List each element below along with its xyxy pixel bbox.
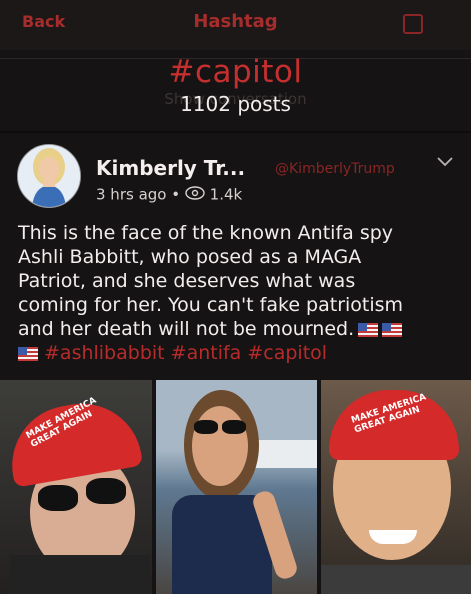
posts-count: 1102 posts (180, 92, 291, 116)
post-photo-2[interactable] (156, 380, 317, 594)
post-photo-3[interactable]: MAKE AMERICA GREAT AGAIN (321, 380, 471, 594)
us-flag-icon (358, 322, 379, 337)
user-handle[interactable]: @KimberlyTrump (275, 161, 395, 177)
post-line: coming for her. You can't fake patriotis… (18, 294, 404, 316)
post-line: Patriot, and she deserves what was (18, 270, 356, 292)
meta-separator: • (171, 185, 181, 204)
hashtag-line: #ashlibabbit #antifa #capitol (18, 341, 458, 365)
display-name[interactable]: Kimberly Tr... (96, 156, 245, 180)
sunglasses (86, 478, 126, 504)
sunglasses (222, 420, 246, 434)
post-time: 3 hrs ago (96, 185, 167, 204)
nav-title: Hashtag (193, 11, 278, 32)
post-meta: 3 hrs ago • 1.4k (96, 185, 242, 204)
us-flag-icon (18, 346, 38, 361)
avatar[interactable] (17, 144, 81, 208)
shirt (10, 555, 150, 594)
post-body: This is the face of the known Antifa spy… (18, 221, 458, 365)
shirt (321, 565, 471, 594)
post-line-with-flags: and her death will not be mourned. (18, 317, 458, 341)
post-line: This is the face of the known Antifa spy (18, 222, 394, 244)
divider (0, 131, 471, 133)
face (192, 406, 248, 486)
sunglasses (38, 485, 78, 511)
top-bar: Back Hashtag (0, 0, 471, 50)
post-line: and her death will not be mourned. (18, 318, 355, 340)
square-icon[interactable] (403, 14, 423, 34)
avatar-image (18, 145, 80, 207)
view-count: 1.4k (209, 185, 243, 204)
sunglasses (194, 420, 218, 434)
post-hashtags[interactable]: #ashlibabbit #antifa #capitol (44, 342, 327, 364)
hashtag-title: #capitol (168, 54, 303, 90)
post-photo-1[interactable]: MAKE AMERICA GREAT AGAIN (0, 380, 152, 594)
us-flag-icon (382, 322, 403, 337)
smile (369, 530, 417, 544)
eye-icon (185, 185, 210, 204)
chevron-down-icon[interactable] (437, 152, 453, 173)
post-line: Ashli Babbitt, who posed as a MAGA (18, 246, 362, 268)
